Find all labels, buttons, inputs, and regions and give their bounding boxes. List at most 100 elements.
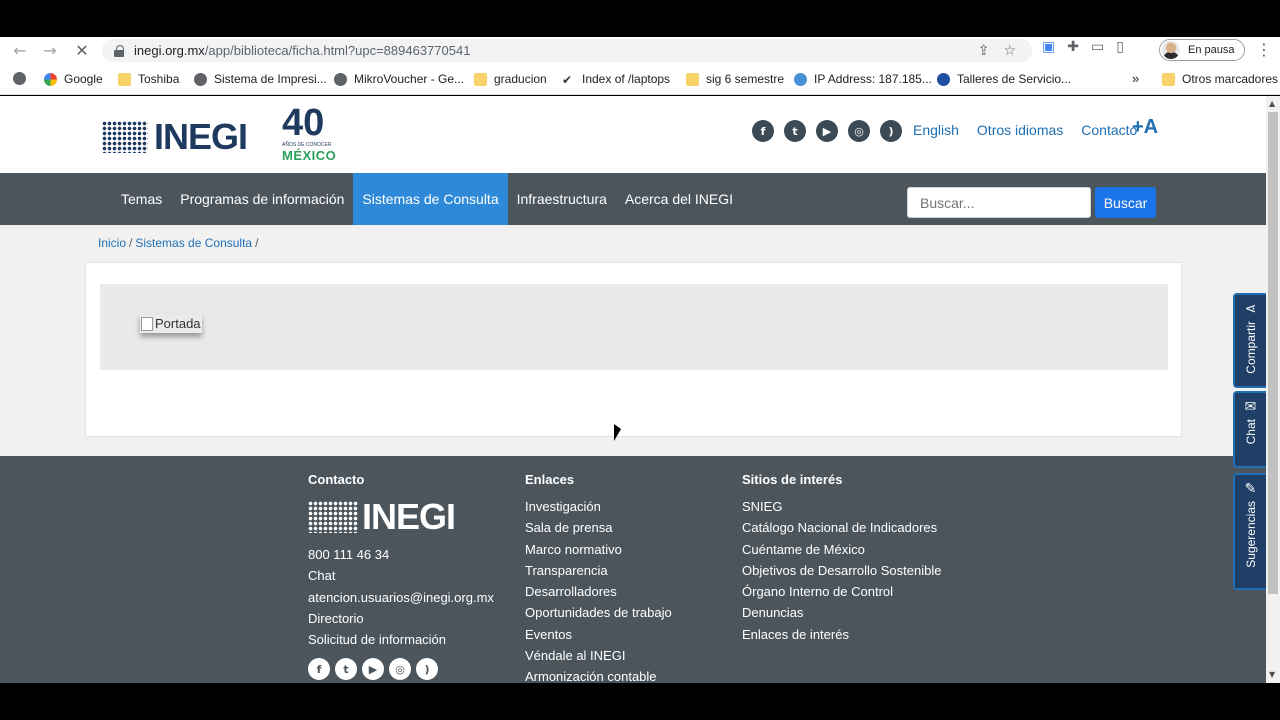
globe-icon — [794, 72, 807, 86]
broken-image-icon — [141, 316, 153, 331]
footer-sites-heading: Sitios de interés — [742, 472, 843, 487]
instagram-icon[interactable]: ◎ — [848, 120, 870, 142]
suggestions-tab[interactable]: ✎ Sugerencias — [1233, 473, 1266, 590]
bookmark-sig-6-semestre[interactable]: sig 6 semestre — [686, 72, 784, 86]
inegi-logo[interactable]: INEGI — [102, 116, 248, 158]
stop-loading-icon[interactable]: ✕ — [71, 39, 93, 61]
nav-sistemas-consulta[interactable]: Sistemas de Consulta — [353, 173, 508, 225]
profile-button[interactable]: En pausa — [1159, 39, 1245, 61]
footer-link[interactable]: Sala de prensa — [525, 517, 672, 538]
breadcrumb-inicio[interactable]: Inicio — [98, 236, 126, 250]
footer-link[interactable]: Oportunidades de trabajo — [525, 602, 672, 623]
bookmark-toshiba[interactable]: Toshiba — [118, 72, 179, 86]
side-panel-icon[interactable]: ▯ — [1116, 39, 1124, 55]
rss-icon[interactable]: ) — [416, 658, 438, 681]
globe-icon — [334, 72, 347, 86]
youtube-icon[interactable]: ▶ — [816, 120, 838, 142]
avatar — [1162, 41, 1180, 59]
share-tab[interactable]: ⋖ Compartir — [1233, 293, 1266, 388]
cover-banner: Portada — [100, 284, 1168, 370]
youtube-icon[interactable]: ▶ — [362, 658, 384, 681]
footer-links: Enlaces Investigación Sala de prensa Mar… — [525, 472, 672, 683]
folder-icon — [1162, 72, 1175, 86]
forward-icon[interactable]: → — [39, 39, 61, 61]
footer-site-link[interactable]: Órgano Interno de Control — [742, 581, 941, 602]
twitter-icon[interactable]: t — [335, 658, 357, 681]
page-scrollbar[interactable]: ▲ ▼ — [1266, 96, 1280, 683]
main-nav: Temas Programas de información Sistemas … — [0, 173, 1266, 225]
twitter-icon[interactable]: t — [784, 120, 806, 142]
link-english[interactable]: English — [913, 122, 959, 138]
rss-icon[interactable]: ) — [880, 120, 902, 142]
bookmark-sistema-impresion[interactable]: Sistema de Impresi... — [194, 72, 327, 86]
folder-icon — [686, 72, 699, 86]
back-icon[interactable]: ← — [9, 39, 31, 61]
search-button[interactable]: Buscar — [1095, 187, 1156, 218]
footer-link[interactable]: Investigación — [525, 496, 672, 517]
footer-phone[interactable]: 800 111 46 34 — [308, 544, 494, 565]
translate-icon[interactable]: ▣ — [1042, 39, 1055, 55]
bookmark-google[interactable]: Google — [44, 72, 103, 86]
breadcrumb-sistemas-consulta[interactable]: Sistemas de Consulta — [135, 236, 252, 250]
bookmark-index-laptops[interactable]: ✔ Index of /laptops — [562, 72, 670, 87]
edit-icon: ✎ — [1244, 481, 1257, 497]
more-bookmarks-button[interactable]: » — [1132, 71, 1139, 86]
footer-directorio[interactable]: Directorio — [308, 608, 494, 629]
font-size-button[interactable]: +A — [1132, 116, 1158, 139]
scrollbar-thumb[interactable] — [1268, 112, 1278, 594]
bookmark-star-icon[interactable]: ☆ — [1003, 43, 1016, 59]
footer-link[interactable]: Transparencia — [525, 560, 672, 581]
url-host: inegi.org.mx — [134, 43, 205, 58]
cast-icon[interactable]: ▭ — [1091, 39, 1104, 55]
bookmark-graducion[interactable]: graducion — [474, 72, 547, 86]
footer-site-link[interactable]: Catálogo Nacional de Indicadores — [742, 517, 941, 538]
site-header: INEGI 40 AÑOS DE CONOCER MÉXICO f t ▶ ◎ … — [0, 96, 1266, 173]
footer-site-link[interactable]: Enlaces de interés — [742, 624, 941, 645]
footer-link[interactable]: Marco normativo — [525, 539, 672, 560]
footer-link[interactable]: Eventos — [525, 624, 672, 645]
footer-site-link[interactable]: Objetivos de Desarrollo Sostenible — [742, 560, 941, 581]
other-bookmarks-folder[interactable]: Otros marcadores — [1162, 72, 1278, 86]
footer-link[interactable]: Véndale al INEGI — [525, 645, 672, 666]
instagram-icon[interactable]: ◎ — [389, 658, 411, 681]
chat-icon: ✉ — [1244, 399, 1257, 415]
google-icon — [44, 72, 57, 86]
nav-acerca-inegi[interactable]: Acerca del INEGI — [616, 173, 742, 225]
chat-tab[interactable]: ✉ Chat — [1233, 391, 1266, 468]
footer-link[interactable]: Armonización contable — [525, 666, 672, 683]
footer-link[interactable]: Desarrolladores — [525, 581, 672, 602]
scroll-down-icon[interactable]: ▼ — [1269, 670, 1275, 679]
anniversary-logo: 40 AÑOS DE CONOCER MÉXICO — [282, 102, 337, 163]
footer-site-link[interactable]: SNIEG — [742, 496, 941, 517]
address-bar[interactable]: inegi.org.mx/app/biblioteca/ficha.html?u… — [102, 39, 1032, 62]
apps-icon[interactable] — [13, 72, 26, 85]
bookmark-mikrovoucher[interactable]: MikroVoucher - Ge... — [334, 72, 464, 86]
footer-chat[interactable]: Chat — [308, 565, 494, 586]
menu-icon[interactable]: ⋮ — [1256, 40, 1272, 59]
nav-temas[interactable]: Temas — [112, 173, 171, 225]
extensions-icon[interactable]: ✚ — [1067, 39, 1079, 55]
screen: ← → ✕ inegi.org.mx/app/biblioteca/ficha.… — [0, 0, 1280, 720]
bookmark-icon: ✔ — [562, 72, 573, 87]
facebook-icon[interactable]: f — [308, 658, 330, 681]
share-icon: ⋖ — [1244, 301, 1257, 317]
link-otros-idiomas[interactable]: Otros idiomas — [977, 122, 1063, 138]
site-footer: Contacto INEGI 800 111 46 34 Chat atenci… — [0, 456, 1266, 683]
footer-email[interactable]: atencion.usuarios@inegi.org.mx — [308, 587, 494, 608]
footer-social: f t ▶ ◎ ) — [308, 658, 494, 681]
share-icon[interactable]: ⇪ — [978, 43, 990, 59]
bookmark-talleres[interactable]: Talleres de Servicio... — [937, 72, 1071, 86]
search-input[interactable] — [907, 187, 1091, 218]
nav-infraestructura[interactable]: Infraestructura — [508, 173, 616, 225]
url-path: /app/biblioteca/ficha.html?upc=889463770… — [204, 43, 471, 58]
link-contacto[interactable]: Contacto — [1081, 122, 1137, 138]
footer-site-link[interactable]: Cuéntame de México — [742, 539, 941, 560]
nav-programas-informacion[interactable]: Programas de información — [171, 173, 353, 225]
facebook-icon[interactable]: f — [752, 120, 774, 142]
bookmark-ip-address[interactable]: IP Address: 187.185... — [794, 72, 932, 86]
scroll-up-icon[interactable]: ▲ — [1269, 99, 1275, 108]
footer-solicitud[interactable]: Solicitud de información — [308, 629, 494, 650]
mouse-cursor-icon — [614, 424, 621, 441]
footer-site-link[interactable]: Denuncias — [742, 602, 941, 623]
footer-contact: Contacto INEGI 800 111 46 34 Chat atenci… — [308, 472, 494, 681]
